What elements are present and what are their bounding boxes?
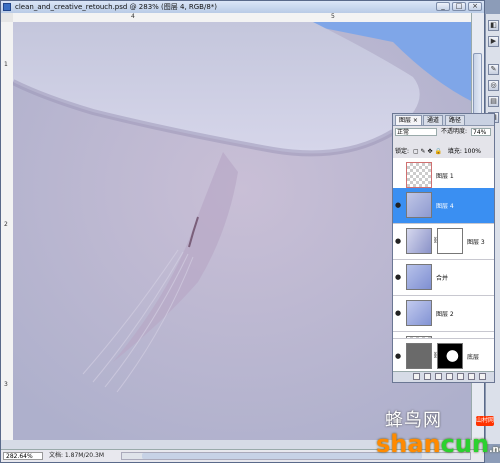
panel-tabs: 图层 × 通道 路径 [393,114,494,126]
panel-footer [393,371,494,382]
watermark-badge: 山村网 [476,416,495,426]
fill-field[interactable]: 100% [464,148,481,155]
layer-name: 图层 2 [436,311,454,318]
adjustment-icon[interactable] [446,373,453,380]
lock-label: 锁定: [395,148,410,155]
watermark-logo: shancun.net [376,430,500,458]
folder-icon[interactable] [457,373,464,380]
mask-icon[interactable] [435,373,442,380]
visibility-eye-icon[interactable]: ● [395,202,402,209]
layer-row[interactable]: ● 合并 [393,260,494,296]
watermark: 蜂鸟网 山村网 shancun.net [360,402,500,463]
layer-thumbnail [406,264,432,290]
ruler-mark: 3 [4,381,8,388]
opacity-label: 不透明度: [441,128,468,135]
watermark-suffix: .net [489,445,500,455]
layers-panel: 图层 × 通道 路径 正常 不透明度: 74% 锁定: ▢ ✎ ✥ 🔒 填充: … [392,113,495,383]
watermark-chinese: 蜂鸟网 [385,410,442,431]
lock-row: 锁定: ▢ ✎ ✥ 🔒 填充: 100% [395,147,492,157]
lock-all-icon[interactable]: 🔒 [434,148,441,155]
photoshop-document-icon [3,3,11,11]
tab-paths[interactable]: 路径 [445,115,466,125]
document-title: clean_and_creative_retouch.psd @ 283% (图… [15,3,218,11]
minimize-button[interactable]: _ [436,2,450,11]
clone-source-icon[interactable]: ◎ [488,80,499,91]
layer-thumbnail [406,300,432,326]
fill-label: 填充: [447,148,462,155]
layer-thumbnail [406,162,432,188]
lock-move-icon[interactable]: ✥ [428,148,433,155]
layer-mask-thumbnail [437,228,463,254]
brush-icon[interactable]: ✎ [488,64,499,75]
trash-icon[interactable] [479,373,486,380]
layer-mask-thumbnail [437,343,463,369]
blend-mode-select[interactable]: 正常 [395,128,437,136]
layer-name: 图层 1 [436,173,454,180]
link-icon[interactable] [413,373,420,380]
layer-row[interactable]: ● 图层 2 [393,296,494,332]
opacity-field[interactable]: 74% [471,128,491,136]
watermark-cun: cun [440,430,490,458]
layer-thumbnail [406,343,432,369]
layer-row[interactable]: ● ⛓ 底层 [393,338,494,372]
visibility-eye-icon[interactable]: ● [395,238,402,245]
ruler-mark: 4 [131,13,135,20]
tab-layers[interactable]: 图层 × [395,115,422,125]
ruler-mark: 5 [331,13,335,20]
layer-thumbnail [406,192,432,218]
history-icon[interactable]: ◧ [488,20,499,31]
lock-paint-icon[interactable]: ✎ [421,148,426,155]
layer-name: 图层 4 [436,203,454,210]
layer-row[interactable]: ● 图层 4 [393,188,494,224]
ruler-mark: 2 [4,221,8,228]
visibility-eye-icon[interactable]: ● [395,353,402,360]
layer-thumbnail [406,228,432,254]
layer-row[interactable]: ● ⛓ 图层 3 [393,224,494,260]
maximize-button[interactable]: □ [452,2,466,11]
new-layer-icon[interactable] [468,373,475,380]
layer-name: 底层 [467,354,480,361]
zoom-field[interactable]: 282.64% [3,452,43,460]
tab-channels[interactable]: 通道 [423,115,444,125]
close-button[interactable]: × [468,2,482,11]
layer-name: 合并 [436,275,449,282]
visibility-eye-icon[interactable]: ● [395,310,402,317]
lock-transparency-icon[interactable]: ▢ [413,148,419,155]
layer-name: 图层 3 [467,239,485,246]
tool-presets-icon[interactable]: ▤ [488,96,499,107]
visibility-eye-icon[interactable]: ● [395,274,402,281]
ruler-mark: 1 [4,61,8,68]
actions-icon[interactable]: ▶ [488,36,499,47]
document-size[interactable]: 文档: 1.87M/20.3M [49,452,104,460]
fx-icon[interactable] [424,373,431,380]
watermark-shan: shan [376,430,441,458]
